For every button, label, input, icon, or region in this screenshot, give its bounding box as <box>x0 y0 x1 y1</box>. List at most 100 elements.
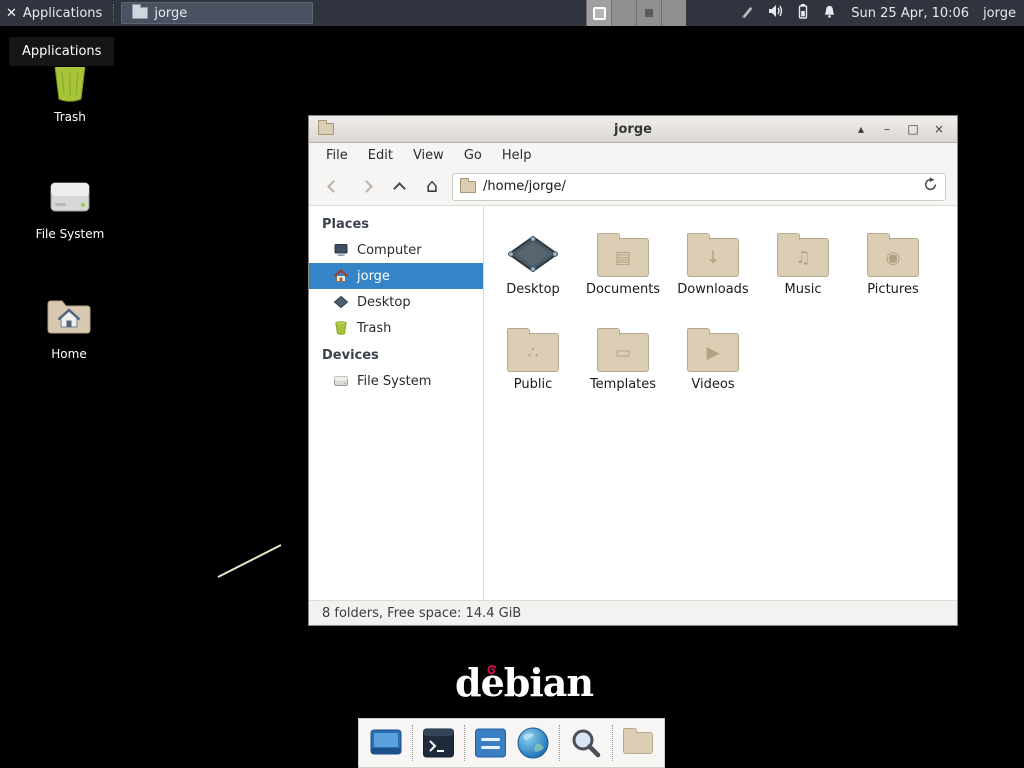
sidebar-devices-header: Devices <box>309 341 483 368</box>
pager-tray-button-1[interactable] <box>611 0 636 26</box>
reload-button[interactable] <box>923 177 938 196</box>
file-item-videos[interactable]: ▶ Videos <box>668 317 758 412</box>
trash-icon <box>333 320 349 336</box>
file-item-pictures[interactable]: ◉ Pictures <box>848 222 938 317</box>
file-item-label: Music <box>758 282 848 297</box>
menu-view[interactable]: View <box>404 145 453 166</box>
file-view: Desktop ▤ Documents ↓ Downloads ♫ Music <box>484 206 957 600</box>
dock-separator[interactable] <box>412 725 413 761</box>
sidebar-item-trash[interactable]: Trash <box>309 315 483 341</box>
file-item-music[interactable]: ♫ Music <box>758 222 848 317</box>
display-tray-icon[interactable] <box>586 0 611 26</box>
file-item-label: Pictures <box>848 282 938 297</box>
magnifier-icon <box>569 726 603 760</box>
music-emblem-icon: ♫ <box>778 239 828 276</box>
top-panel: ✕ Applications jorge <box>0 0 1024 26</box>
home-icon: ⌂ <box>426 177 438 196</box>
folder-icon: ↓ <box>687 238 739 277</box>
dock-text-console-button[interactable] <box>474 726 507 760</box>
minimize-button[interactable]: – <box>878 120 896 138</box>
debian-wordmark: debian <box>455 660 593 705</box>
dock-web-browser-button[interactable] <box>516 726 550 760</box>
taskbar-window-button[interactable]: jorge <box>121 2 313 24</box>
back-icon <box>327 180 340 193</box>
file-item-downloads[interactable]: ↓ Downloads <box>668 222 758 317</box>
maximize-button[interactable]: □ <box>904 120 922 138</box>
file-item-documents[interactable]: ▤ Documents <box>578 222 668 317</box>
drive-icon <box>22 172 118 222</box>
document-emblem-icon: ▤ <box>598 239 648 276</box>
folder-icon: ▶ <box>687 333 739 372</box>
dock-separator[interactable] <box>464 725 465 761</box>
close-button[interactable]: × <box>930 120 948 138</box>
folder-icon: ∴ <box>507 333 559 372</box>
file-item-desktop[interactable]: Desktop <box>488 222 578 317</box>
sidebar-item-filesystem[interactable]: File System <box>309 368 483 394</box>
drive-icon <box>333 373 349 389</box>
menu-file[interactable]: File <box>317 145 357 166</box>
sidebar-places-header: Places <box>309 210 483 237</box>
panel-separator-handle[interactable] <box>113 4 120 22</box>
home-button[interactable]: ⌂ <box>419 174 445 200</box>
pager-tray-button-2[interactable] <box>636 0 661 26</box>
pager-tray-button-3[interactable] <box>661 0 686 26</box>
folder-icon: ▭ <box>597 333 649 372</box>
file-item-templates[interactable]: ▭ Templates <box>578 317 668 412</box>
sidebar-item-label: jorge <box>357 269 390 284</box>
sidebar-item-computer[interactable]: Computer <box>309 237 483 263</box>
user-menu[interactable]: jorge <box>983 0 1016 26</box>
desktop-icon <box>333 294 349 310</box>
forward-button[interactable] <box>353 174 379 200</box>
folder-icon <box>132 7 148 19</box>
desktop-screen: ✕ Applications jorge <box>0 0 1024 768</box>
pager-icon <box>645 9 653 17</box>
notifications-bell-icon[interactable] <box>822 4 837 23</box>
dock-file-manager-button[interactable] <box>622 726 654 760</box>
path-bar <box>452 173 946 201</box>
folder-icon: ◉ <box>867 238 919 277</box>
text-console-icon <box>474 727 507 759</box>
home-icon <box>333 268 349 284</box>
file-item-label: Public <box>488 377 578 392</box>
pencil-icon[interactable] <box>740 4 755 23</box>
status-text: 8 folders, Free space: 14.4 GiB <box>322 606 521 621</box>
forward-icon <box>360 180 373 193</box>
file-item-label: Templates <box>578 377 668 392</box>
menu-go[interactable]: Go <box>455 145 491 166</box>
display-icon <box>593 7 606 20</box>
dock-terminal-button[interactable] <box>422 726 455 760</box>
camera-emblem-icon: ◉ <box>868 239 918 276</box>
up-button[interactable] <box>386 174 412 200</box>
window-controls: ▴ – □ × <box>852 120 948 138</box>
menu-edit[interactable]: Edit <box>359 145 402 166</box>
volume-icon[interactable] <box>768 3 784 23</box>
path-folder-icon <box>460 181 476 193</box>
file-item-label: Downloads <box>668 282 758 297</box>
dock-separator[interactable] <box>612 725 613 761</box>
file-item-public[interactable]: ∴ Public <box>488 317 578 412</box>
file-grid: Desktop ▤ Documents ↓ Downloads ♫ Music <box>484 206 957 412</box>
desktop-icon-label: Trash <box>22 110 118 124</box>
statusbar: 8 folders, Free space: 14.4 GiB <box>309 600 957 625</box>
globe-icon <box>516 726 550 760</box>
folder-icon <box>623 732 653 754</box>
dock-application-finder-button[interactable] <box>569 726 603 760</box>
applications-menu-button[interactable]: ✕ Applications <box>0 0 112 26</box>
menu-help[interactable]: Help <box>493 145 541 166</box>
dock-display-settings-button[interactable] <box>369 726 403 760</box>
battery-icon[interactable] <box>797 3 809 23</box>
home-folder-icon <box>21 292 117 342</box>
titlebar[interactable]: jorge ▴ – □ × <box>309 116 957 143</box>
clock[interactable]: Sun 25 Apr, 10:06 <box>851 0 969 26</box>
back-button[interactable] <box>320 174 346 200</box>
debian-swirl-icon <box>484 663 500 679</box>
desktop-icon-filesystem[interactable]: File System <box>22 172 118 241</box>
dock-separator[interactable] <box>559 725 560 761</box>
shade-button[interactable]: ▴ <box>852 120 870 138</box>
file-item-label: Documents <box>578 282 668 297</box>
sidebar-item-label: Desktop <box>357 295 411 310</box>
path-input[interactable] <box>483 179 916 194</box>
sidebar-item-jorge[interactable]: jorge <box>309 263 483 289</box>
desktop-icon-home[interactable]: Home <box>21 292 117 361</box>
sidebar-item-desktop[interactable]: Desktop <box>309 289 483 315</box>
